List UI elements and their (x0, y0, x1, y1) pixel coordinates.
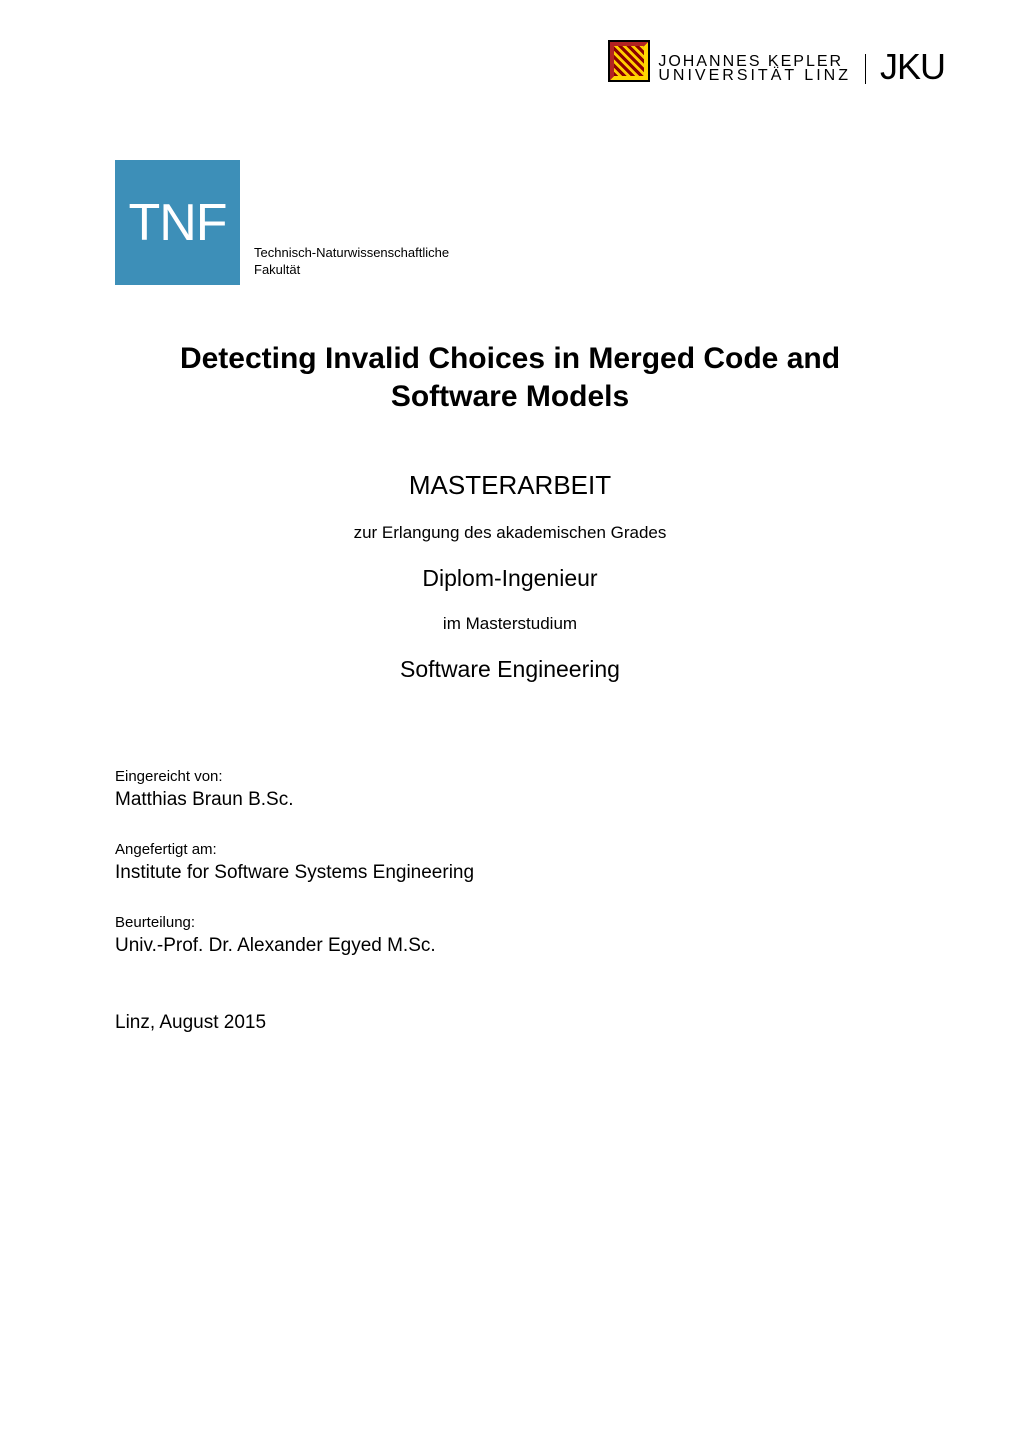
program-name: Software Engineering (115, 656, 905, 683)
faculty-name-line2: Fakultät (254, 262, 449, 279)
evaluation-label: Beurteilung: (115, 914, 905, 931)
date-location: Linz, August 2015 (115, 1012, 905, 1034)
jku-wordmark: JKU (880, 46, 945, 88)
logo-divider (865, 54, 866, 84)
faculty-name-line1: Technisch-Naturwissenschaftliche (254, 245, 449, 262)
evaluation-value: Univ.-Prof. Dr. Alexander Egyed M.Sc. (115, 935, 905, 957)
submitted-by-group: Eingereicht von: Matthias Braun B.Sc. (115, 768, 905, 811)
faculty-block: TNF Technisch-Naturwissenschaftliche Fak… (115, 160, 905, 285)
jku-crest-icon (608, 40, 650, 82)
institute-group: Angefertigt am: Institute for Software S… (115, 841, 905, 884)
thesis-type: MASTERARBEIT (115, 470, 905, 501)
degree-name: Diplom-Ingenieur (115, 565, 905, 592)
institute-label: Angefertigt am: (115, 841, 905, 858)
program-prefix: im Masterstudium (115, 614, 905, 634)
title-block: Detecting Invalid Choices in Merged Code… (115, 340, 905, 683)
thesis-title-page: JOHANNES KEPLER UNIVERSITÄT LINZ JKU TNF… (0, 0, 1020, 1442)
evaluation-group: Beurteilung: Univ.-Prof. Dr. Alexander E… (115, 914, 905, 957)
tnf-logo-box: TNF (115, 160, 240, 285)
institute-value: Institute for Software Systems Engineeri… (115, 862, 905, 884)
university-name: JOHANNES KEPLER UNIVERSITÄT LINZ (658, 54, 851, 84)
submitted-by-label: Eingereicht von: (115, 768, 905, 785)
university-logo-block: JOHANNES KEPLER UNIVERSITÄT LINZ JKU (608, 40, 945, 90)
thesis-purpose: zur Erlangung des akademischen Grades (115, 523, 905, 543)
thesis-title: Detecting Invalid Choices in Merged Code… (115, 340, 905, 415)
university-name-line2: UNIVERSITÄT LINZ (658, 68, 851, 84)
submission-details: Eingereicht von: Matthias Braun B.Sc. An… (115, 768, 905, 1034)
faculty-name: Technisch-Naturwissenschaftliche Fakultä… (254, 245, 449, 285)
submitted-by-value: Matthias Braun B.Sc. (115, 789, 905, 811)
